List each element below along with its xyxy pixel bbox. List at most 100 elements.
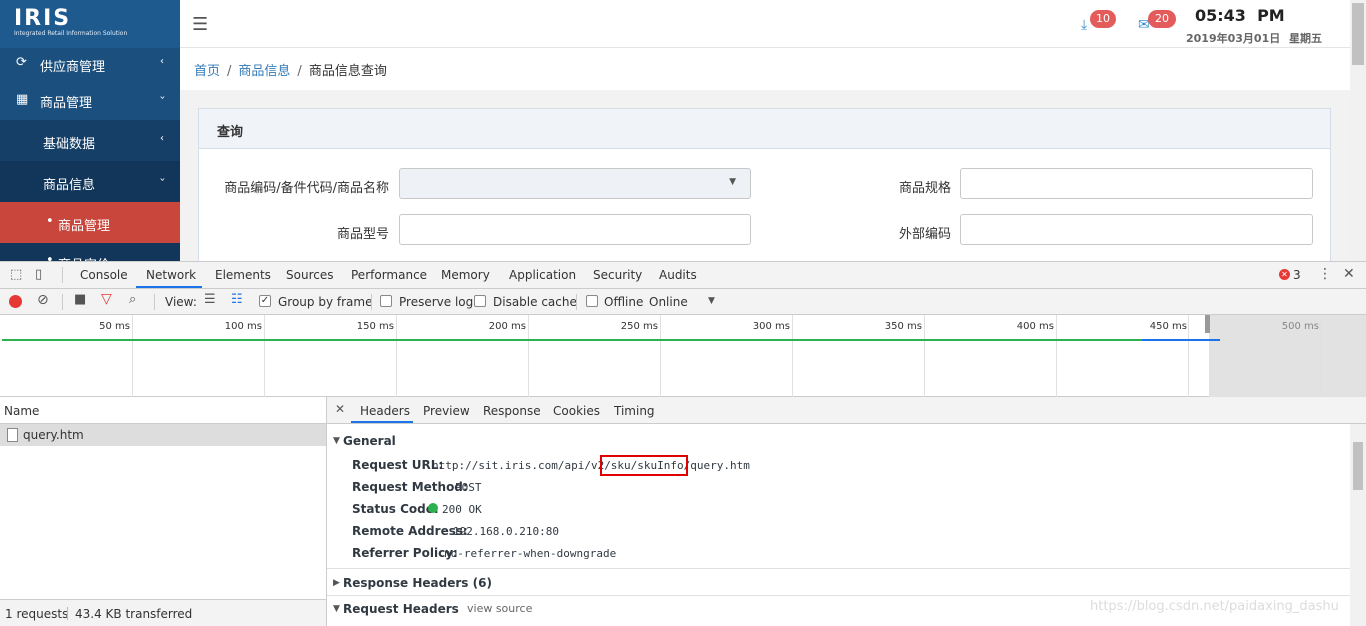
network-timeline[interactable]: 50 ms 100 ms 150 ms 200 ms 250 ms 300 ms… [0,315,1366,397]
download-icon[interactable]: ⤓ [1081,17,1087,33]
general-section-title[interactable]: General [343,434,396,448]
sidebar-item-basic-data[interactable]: 基础数据 ‹ [0,120,180,161]
tab-elements[interactable]: Elements [215,268,271,282]
code-select[interactable]: ▼ [399,168,751,199]
tab-sources[interactable]: Sources [286,268,333,282]
request-row[interactable]: query.htm [0,424,326,446]
clear-icon[interactable]: ⊘ [37,292,49,308]
spec-input[interactable] [960,168,1313,199]
expand-triangle-icon[interactable]: ▼ [333,436,340,446]
breadcrumb-home[interactable]: 首页 [194,64,220,79]
code-label: 商品编码/备件代码/商品名称 [224,181,389,196]
caret-down-icon[interactable]: ▼ [708,296,715,306]
more-options-icon[interactable]: ⋮ [1318,266,1332,282]
panel-title: 查询 [217,125,244,140]
sidebar-item-label: 商品管理 [40,96,93,111]
clock-weekday: 星期五 [1289,32,1322,45]
remote-address-value: 192.168.0.210:80 [453,525,559,538]
top-bar: ☰ ⤓ 10 ✉ 20 05:43 PM 2019年03月01日 星期五 [180,0,1350,48]
device-toolbar-icon[interactable]: ▯ [35,267,42,282]
clock-time: 05:43 PM [1195,6,1285,25]
view-label: View: [165,295,197,309]
scrollbar-thumb[interactable] [1353,442,1363,490]
waterfall-icon[interactable]: ☷ [231,292,243,307]
external-code-input[interactable] [960,214,1313,245]
status-bar: 1 requests 43.4 KB transferred [0,599,326,626]
tab-cookies[interactable]: Cookies [553,404,600,418]
view-source-link[interactable]: view source [467,602,532,615]
sidebar-item-supplier[interactable]: ⟳ 供应商管理 ‹ [0,48,180,80]
spec-label: 商品规格 [898,181,951,196]
sidebar-item-product-manage[interactable]: • 商品管理 [0,202,180,243]
page-scrollbar[interactable] [1350,0,1366,262]
inspect-icon[interactable]: ⬚ [10,267,22,282]
query-panel: 查询 商品编码/备件代码/商品名称 ▼ 商品规格 商品型号 外部编码 [198,108,1331,268]
tick-label: 50 ms [99,321,130,332]
scrollbar-thumb[interactable] [1352,3,1364,65]
capture-screenshot-icon[interactable]: ■ [74,292,86,307]
close-detail-icon[interactable]: ✕ [335,402,345,416]
timeline-bar-download [1142,339,1220,341]
model-label: 商品型号 [336,227,389,242]
timeline-bar-waiting [2,339,1142,341]
tab-preview[interactable]: Preview [423,404,470,418]
tick-label: 450 ms [1149,321,1187,332]
grid-icon: ▦ [16,92,29,107]
tick-label: 150 ms [356,321,394,332]
error-count[interactable]: 3 [1293,268,1301,282]
request-count: 1 requests [5,607,69,621]
tab-performance[interactable]: Performance [351,268,427,282]
collapse-triangle-icon[interactable]: ▶ [333,578,340,588]
request-method-label: Request Method: [352,480,468,494]
disable-cache-checkbox[interactable] [474,295,486,307]
sidebar-item-product-info[interactable]: 商品信息 › [0,161,180,202]
chevron-down-icon: › [156,177,168,182]
tab-console[interactable]: Console [80,268,128,282]
breadcrumb-current: 商品信息查询 [308,64,387,79]
tab-memory[interactable]: Memory [441,268,490,282]
tab-headers[interactable]: Headers [360,404,410,418]
tab-network[interactable]: Network [146,268,196,282]
transfer-size: 43.4 KB transferred [75,607,193,621]
throttling-select[interactable]: Online [649,295,688,309]
model-input[interactable] [399,214,751,245]
tab-audits[interactable]: Audits [659,268,697,282]
request-headers-title[interactable]: Request Headers [343,602,459,616]
tab-response[interactable]: Response [483,404,541,418]
sidebar-item-product[interactable]: ▦ 商品管理 › [0,80,180,120]
request-detail: ✕ Headers Preview Response Cookies Timin… [327,397,1366,626]
watermark: https://blog.csdn.net/paidaxing_dashu [1090,599,1339,614]
group-by-frame-checkbox[interactable]: ✓ [259,295,271,307]
tab-security[interactable]: Security [593,268,642,282]
close-icon[interactable]: ✕ [1343,266,1355,282]
request-name: query.htm [23,428,84,442]
breadcrumb: 首页 / 商品信息 / 商品信息查询 [194,64,387,79]
search-icon[interactable]: ⌕ [129,292,136,307]
sidebar-item-pricing[interactable]: • 商品定价 [0,243,180,262]
preserve-log-label: Preserve log [399,295,474,309]
timeline-handle[interactable] [1205,315,1210,333]
expand-triangle-icon[interactable]: ▼ [333,604,340,614]
status-ok-icon [428,503,438,513]
url-highlight-box: /sku/skuInfo [600,455,688,476]
breadcrumb-section[interactable]: 商品信息 [238,64,290,79]
filter-icon[interactable]: ▽ [101,291,112,307]
chevron-left-icon: ‹ [160,133,164,144]
menu-toggle-icon[interactable]: ☰ [192,14,208,35]
name-column-header[interactable]: Name [4,404,39,418]
record-icon[interactable] [9,295,22,308]
preserve-log-checkbox[interactable] [380,295,392,307]
response-headers-title[interactable]: Response Headers (6) [343,576,492,590]
sidebar-item-label: 商品管理 [58,219,111,234]
devtools-panel: ⬚ ▯ Console Network Elements Sources Per… [0,261,1366,626]
logo: IRIS Integrated Retail Information Solut… [0,0,180,48]
clock-date: 2019年03月01日 [1186,32,1281,45]
logo-subtitle: Integrated Retail Information Solution [14,30,128,37]
large-rows-icon[interactable]: ☰ [204,292,216,307]
tab-application[interactable]: Application [509,268,576,282]
active-tab-indicator [351,421,413,423]
offline-checkbox[interactable] [586,295,598,307]
tab-timing[interactable]: Timing [614,404,655,418]
detail-scrollbar[interactable] [1350,424,1366,626]
offline-label: Offline [604,295,644,309]
